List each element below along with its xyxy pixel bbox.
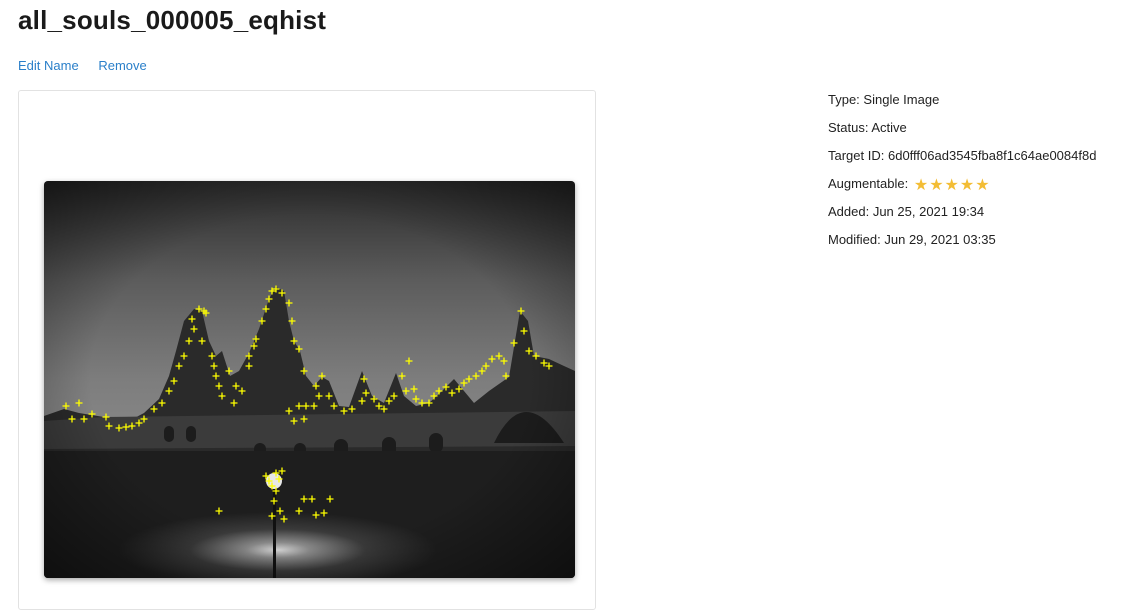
page-title: all_souls_000005_eqhist <box>18 5 327 35</box>
added-label: Added: <box>828 204 870 219</box>
target-image-card <box>18 90 596 610</box>
type-value: Single Image <box>863 92 940 107</box>
vignette <box>44 181 575 578</box>
type-row: Type: Single Image <box>828 90 1096 118</box>
augmentable-row: Augmentable: ★★★★★ <box>828 174 1096 202</box>
star-icon: ★ <box>913 177 929 194</box>
target-details: Type: Single Image Status: Active Target… <box>828 90 1096 258</box>
modified-row: Modified: Jun 29, 2021 03:35 <box>828 230 1096 258</box>
star-icon: ★ <box>944 177 959 194</box>
status-row: Status: Active <box>828 118 1096 146</box>
star-icon: ★ <box>975 177 990 194</box>
target-image <box>44 181 575 578</box>
target-id-label: Target ID: <box>828 148 885 163</box>
modified-label: Modified: <box>828 232 881 247</box>
type-label: Type: <box>828 92 860 107</box>
target-id-row: Target ID: 6d0fff06ad3545fba8f1c64ae0084… <box>828 146 1096 174</box>
star-icon: ★ <box>959 177 975 194</box>
target-actions: Edit Name Remove <box>18 58 163 74</box>
augmentable-rating: ★★★★★ <box>914 176 991 196</box>
remove-link[interactable]: Remove <box>98 58 146 73</box>
star-icon: ★ <box>929 177 944 194</box>
modified-value: Jun 29, 2021 03:35 <box>884 232 996 247</box>
added-row: Added: Jun 25, 2021 19:34 <box>828 202 1096 230</box>
status-value: Active <box>871 120 907 135</box>
target-image-canvas <box>44 181 575 578</box>
edit-name-link[interactable]: Edit Name <box>18 58 79 73</box>
status-label: Status: <box>828 120 869 135</box>
added-value: Jun 25, 2021 19:34 <box>872 204 985 219</box>
target-id-value: 6d0fff06ad3545fba8f1c64ae0084f8d <box>887 148 1097 163</box>
augmentable-label: Augmentable: <box>828 176 909 191</box>
